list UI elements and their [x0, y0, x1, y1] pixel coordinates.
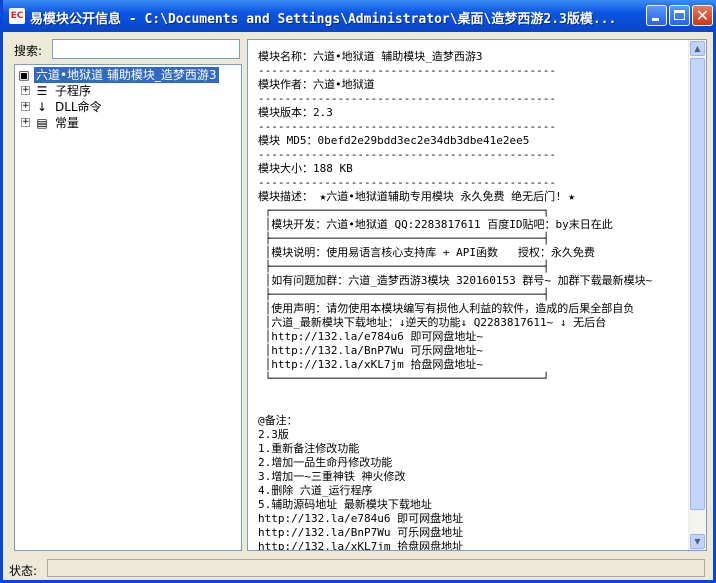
- tree-node-label: 子程序: [55, 84, 92, 98]
- status-label: 状态:: [9, 564, 38, 578]
- info-line: │http://132.la/BnP7Wu 可乐网盘地址~: [258, 344, 483, 357]
- info-line: ----------------------------------------…: [258, 176, 557, 189]
- info-line: ----------------------------------------…: [258, 64, 557, 77]
- module-info-panel[interactable]: 模块名称：六道•地狱道 辅助模块_造梦西游3 ------------------…: [247, 39, 707, 551]
- info-line: │使用声明：请勿使用本模块编写有损他人利益的软件，造成的后果全部自负: [258, 302, 635, 315]
- info-line: @备注：: [258, 414, 298, 427]
- info-line: 模块版本：2.3: [258, 106, 333, 119]
- info-line: 模块大小：188 KB: [258, 162, 353, 175]
- info-line: 模块名称：六道•地狱道 辅助模块_造梦西游3: [258, 50, 483, 63]
- info-line: │模块开发：六道•地狱道 QQ:2283817611 百度ID贴吧：by末日在此: [258, 218, 613, 231]
- info-line: [258, 386, 688, 400]
- scroll-down-button[interactable]: ▼: [690, 534, 705, 549]
- info-line: └───────────────────────────────────────…: [258, 372, 550, 385]
- title-bar[interactable]: EC 易模块公开信息 - C:\Documents and Settings\A…: [3, 0, 716, 32]
- info-line: │http://132.la/xKL7jm 拾盘网盘地址~: [258, 358, 483, 371]
- app-icon[interactable]: EC: [9, 8, 25, 24]
- constant-icon: ▤: [36, 116, 48, 130]
- info-line: 模块 MD5：0befd2e29bdd3ec2e34db3dbe41e2ee5: [258, 134, 530, 147]
- info-line: http://132.la/BnP7Wu 可乐网盘地址: [258, 526, 464, 539]
- info-line: [258, 400, 688, 414]
- info-line: ----------------------------------------…: [258, 92, 557, 105]
- status-field: [47, 559, 705, 577]
- info-line: │http://132.la/e784u6 即可网盘地址~: [258, 330, 483, 343]
- info-line: 5.辅助源码地址 最新模块下载地址: [258, 498, 432, 511]
- info-line: 4.删除 六道_运行程序: [258, 484, 373, 497]
- info-line: 1.重新备注修改功能: [258, 442, 360, 455]
- info-line: 2.3版: [258, 428, 289, 441]
- dll-command-icon: ↓: [36, 100, 48, 114]
- expand-icon[interactable]: +: [21, 102, 30, 111]
- vertical-scrollbar[interactable]: ▲ ▼: [688, 40, 706, 550]
- info-line: 模块作者：六道•地狱道: [258, 78, 375, 91]
- info-line: │如有问题加群：六道_造梦西游3模块 320160153 群号~ 加群下载最新模…: [258, 274, 653, 287]
- info-line: ├───────────────────────────────────────…: [258, 288, 550, 301]
- tree-node-label: 六道•地狱道 辅助模块_造梦西游3: [34, 67, 219, 83]
- info-line: ├───────────────────────────────────────…: [258, 232, 550, 245]
- tree-node-label: 常量: [55, 116, 80, 130]
- close-icon: ✕: [695, 6, 710, 25]
- module-tree[interactable]: ▣ 六道•地狱道 辅助模块_造梦西游3 + ☰ 子程序 + ↓ DLL命令 + …: [14, 64, 242, 551]
- info-line: ----------------------------------------…: [258, 148, 557, 161]
- main-window: EC 易模块公开信息 - C:\Documents and Settings\A…: [0, 0, 716, 583]
- scroll-thumb[interactable]: [690, 58, 705, 510]
- expand-icon[interactable]: +: [21, 86, 30, 95]
- search-input[interactable]: [52, 39, 240, 59]
- close-button[interactable]: ✕: [692, 5, 713, 26]
- module-icon: ▣: [18, 68, 30, 82]
- info-line: ┌───────────────────────────────────────…: [258, 204, 550, 217]
- info-line: │六道_最新模块下载地址：↓逆天的功能↓ Q2283817611~ ↓ 无后台: [258, 316, 607, 329]
- window-title: 易模块公开信息 - C:\Documents and Settings\Admi…: [30, 12, 617, 27]
- module-info-text: 模块名称：六道•地狱道 辅助模块_造梦西游3 ------------------…: [258, 50, 688, 551]
- info-line: │模块说明：使用易语言核心支持库 + API函数 授权：永久免费: [258, 246, 595, 259]
- tree-node-label: DLL命令: [55, 100, 102, 114]
- info-line: http://132.la/xKL7jm 拾盘网盘地址: [258, 540, 464, 551]
- search-label: 搜索:: [14, 44, 43, 58]
- minimize-button[interactable]: [646, 5, 667, 26]
- info-line: 模块描述： ★六道•地狱道辅助专用模块 永久免费 绝无后门! ★: [258, 190, 575, 203]
- subroutine-icon: ☰: [36, 84, 48, 98]
- scroll-up-button[interactable]: ▲: [690, 41, 705, 56]
- minimize-icon: [652, 18, 659, 21]
- status-bar: 状态:: [3, 556, 713, 580]
- info-line: 3.增加一~三重神铁 神火修改: [258, 470, 406, 483]
- maximize-button[interactable]: [669, 5, 690, 26]
- info-line: ----------------------------------------…: [258, 120, 557, 133]
- info-line: http://132.la/e784u6 即可网盘地址: [258, 512, 464, 525]
- info-line: ├───────────────────────────────────────…: [258, 260, 550, 273]
- maximize-icon: [674, 10, 685, 20]
- info-line: 2.增加一品生命丹修改功能: [258, 456, 393, 469]
- expand-icon[interactable]: +: [21, 118, 30, 127]
